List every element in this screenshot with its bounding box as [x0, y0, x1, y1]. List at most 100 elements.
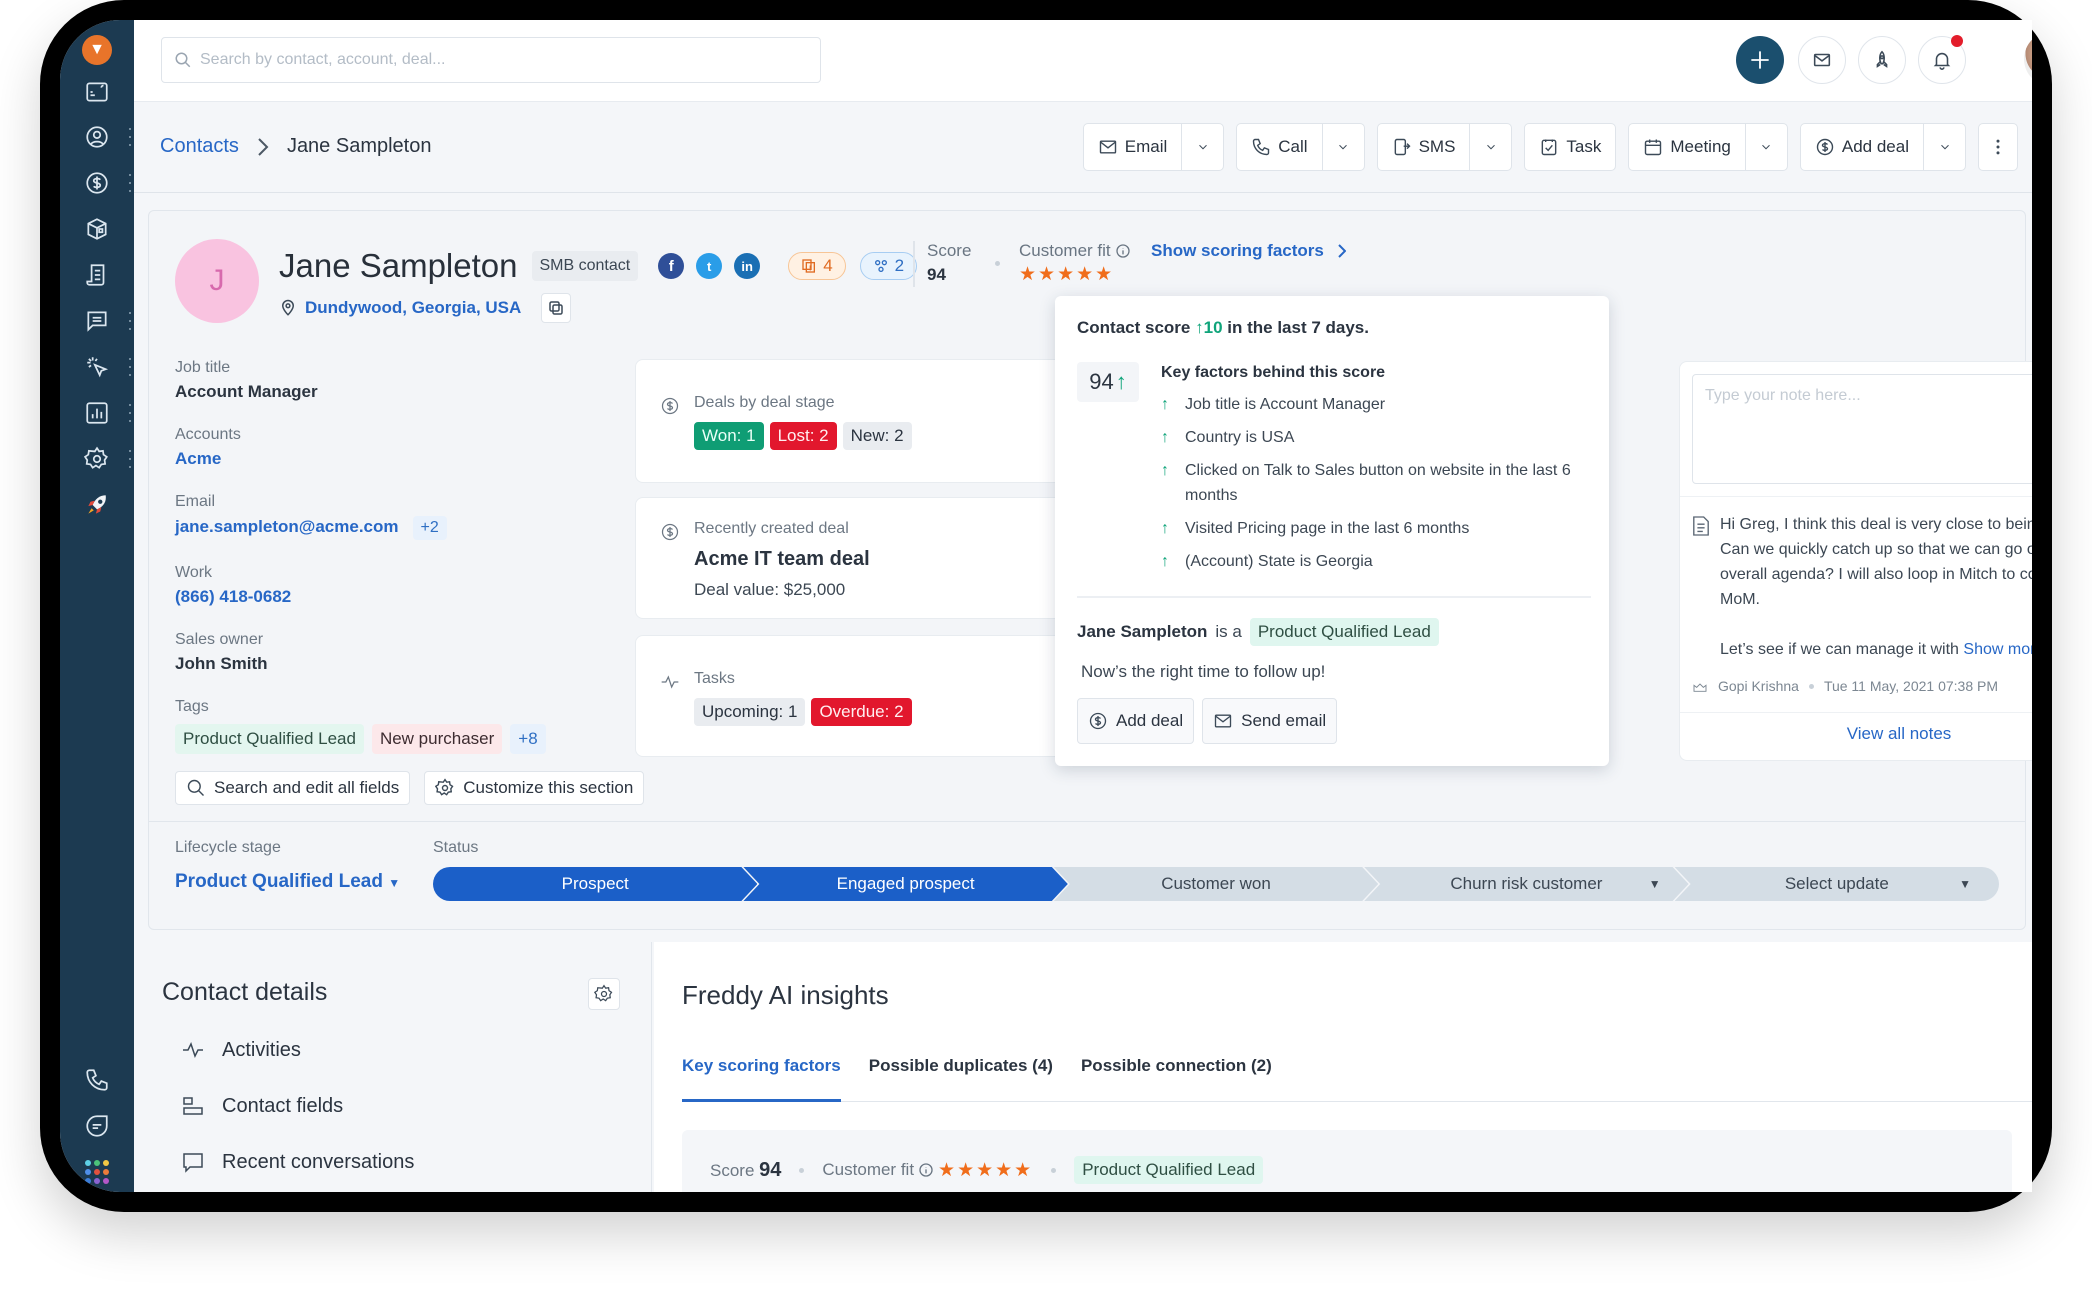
nav-contact-fields[interactable]: Contact fields	[180, 1094, 343, 1118]
linkedin-icon[interactable]: in	[734, 253, 761, 279]
tab-possible-duplicates[interactable]: Possible duplicates (4)	[869, 1042, 1053, 1102]
deal-name[interactable]: Acme IT team deal	[694, 548, 870, 571]
sidebar-item-marketing[interactable]	[60, 347, 134, 387]
copy-button[interactable]	[541, 293, 572, 323]
note-input[interactable]	[1692, 374, 2032, 484]
field-value[interactable]: John Smith	[175, 654, 615, 674]
chevron-down-icon	[1487, 144, 1495, 150]
scoring-link-label: Show scoring factors	[1151, 241, 1324, 260]
call-dropdown-button[interactable]	[1321, 124, 1364, 170]
more-dots-icon[interactable]	[128, 450, 132, 468]
popover-send-email-button[interactable]: Send email	[1202, 698, 1338, 744]
email-dropdown-button[interactable]	[1181, 124, 1223, 170]
info-icon[interactable]	[1115, 243, 1131, 259]
sidebar-item-settings[interactable]	[60, 439, 134, 479]
user-avatar[interactable]	[2024, 32, 2032, 86]
notifications-button[interactable]	[1918, 35, 1966, 84]
more-dots-icon[interactable]	[128, 404, 132, 422]
lifecycle-dropdown[interactable]: Product Qualified Lead ▼	[175, 871, 400, 893]
field-tags: Tags Product Qualified Lead New purchaser…	[175, 698, 615, 754]
card-title: Recently created deal	[694, 520, 849, 537]
alerts-pill[interactable]: 4	[788, 252, 846, 280]
status-stage[interactable]: Churn risk customer ▼	[1364, 867, 1688, 901]
status-stage[interactable]: Customer won	[1054, 867, 1378, 901]
status-stage[interactable]: Select update ▼	[1674, 867, 2000, 901]
info-icon[interactable]	[918, 1162, 934, 1178]
sidebar-item-contacts[interactable]	[60, 117, 134, 157]
note-text: Hi Greg, I think this deal is very close…	[1720, 512, 2032, 662]
tab-possible-connection[interactable]: Possible connection (2)	[1081, 1042, 1272, 1102]
email-button[interactable]: Email	[1084, 137, 1182, 157]
breadcrumb-contacts-link[interactable]: Contacts	[160, 135, 239, 158]
call-button[interactable]: Call	[1237, 137, 1321, 157]
account-link[interactable]: Acme	[175, 449, 615, 469]
sidebar-item-reports[interactable]	[60, 393, 134, 433]
more-dots-icon[interactable]	[128, 174, 132, 192]
sidebar-item-products[interactable]	[60, 209, 134, 249]
score-label: Score	[927, 241, 972, 260]
contact-name: Jane Sampleton	[279, 247, 518, 284]
customize-section-button[interactable]: Customize this section	[424, 771, 645, 805]
sidebar-logo[interactable]: ▼	[60, 30, 134, 70]
button-label: Customize this section	[463, 778, 634, 797]
global-search[interactable]	[161, 37, 821, 83]
rocket-icon	[1876, 50, 1888, 68]
nav-recent-conversations[interactable]: Recent conversations	[180, 1150, 414, 1174]
show-scoring-factors-link[interactable]: Show scoring factors	[1151, 241, 1346, 261]
more-dots-icon[interactable]	[128, 312, 132, 330]
sms-button[interactable]: SMS	[1378, 137, 1470, 157]
add-deal-dropdown-button[interactable]	[1923, 124, 1965, 170]
tab-key-scoring-factors[interactable]: Key scoring factors	[682, 1042, 841, 1102]
show-more-link[interactable]: Show more	[1963, 641, 2032, 658]
arrow-up-icon: ↑	[1161, 553, 1169, 570]
more-dots-icon[interactable]	[128, 358, 132, 376]
sidebar-item-apps[interactable]	[60, 1152, 134, 1192]
email-link[interactable]: jane.sampleton@acme.com	[175, 517, 399, 536]
dollar-icon	[661, 523, 679, 541]
facebook-icon[interactable]: f	[658, 253, 685, 279]
sidebar-item-deals[interactable]	[60, 163, 134, 203]
divider	[149, 821, 2025, 822]
quick-add-button[interactable]	[1736, 36, 1784, 84]
sidebar-item-documents[interactable]	[60, 255, 134, 295]
status-stage[interactable]: Prospect	[433, 867, 757, 901]
tag-chip[interactable]: New purchaser	[371, 724, 503, 754]
connections-count: 2	[894, 256, 905, 275]
more-tags-badge[interactable]: +8	[510, 724, 546, 754]
phone-link[interactable]: (866) 418-0682	[175, 587, 615, 607]
sms-dropdown-button[interactable]	[1469, 124, 1511, 170]
contact-details-settings-button[interactable]	[588, 978, 620, 1010]
customer-fit-label: Customer fit	[1019, 241, 1111, 260]
chevron-right-icon	[258, 137, 269, 156]
contact-details-title: Contact details	[162, 978, 328, 1006]
sidebar-item-conversations[interactable]	[60, 301, 134, 341]
tag-chip[interactable]: Product Qualified Lead	[175, 724, 364, 754]
inbox-button[interactable]	[1798, 36, 1846, 84]
meeting-dropdown-button[interactable]	[1744, 124, 1787, 170]
search-edit-fields-button[interactable]: Search and edit all fields	[175, 771, 411, 805]
sidebar-item-chat[interactable]	[60, 1106, 134, 1146]
dashboard-icon	[86, 82, 108, 102]
email-button-label: Email	[1124, 137, 1168, 156]
view-all-notes-link[interactable]: View all notes	[1680, 724, 2032, 744]
status-stage[interactable]: Engaged prospect	[743, 867, 1067, 901]
twitter-icon[interactable]: t	[696, 253, 723, 279]
getting-started-button[interactable]	[1858, 36, 1906, 84]
location-link[interactable]: Dundywood, Georgia, USA	[305, 298, 521, 318]
add-deal-button[interactable]: Add deal	[1801, 137, 1923, 157]
connections-pill[interactable]: 2	[859, 252, 918, 280]
more-actions-button[interactable]	[1978, 123, 2018, 171]
sidebar-item-phone[interactable]	[60, 1060, 134, 1100]
search-input[interactable]	[200, 51, 800, 69]
nav-activities[interactable]: Activities	[180, 1038, 301, 1062]
more-dots-icon[interactable]	[128, 128, 132, 146]
sidebar-item-dashboard[interactable]	[60, 72, 134, 112]
more-emails-badge[interactable]: +2	[412, 516, 447, 540]
mail-icon	[1214, 714, 1232, 728]
field-value[interactable]: Account Manager	[175, 382, 615, 402]
popover-score: 94 ↑	[1077, 362, 1139, 402]
meeting-button[interactable]: Meeting	[1629, 137, 1744, 157]
popover-add-deal-button[interactable]: Add deal	[1077, 698, 1195, 744]
sidebar-item-getting-started[interactable]	[60, 485, 134, 525]
task-button[interactable]: Task	[1525, 137, 1615, 157]
